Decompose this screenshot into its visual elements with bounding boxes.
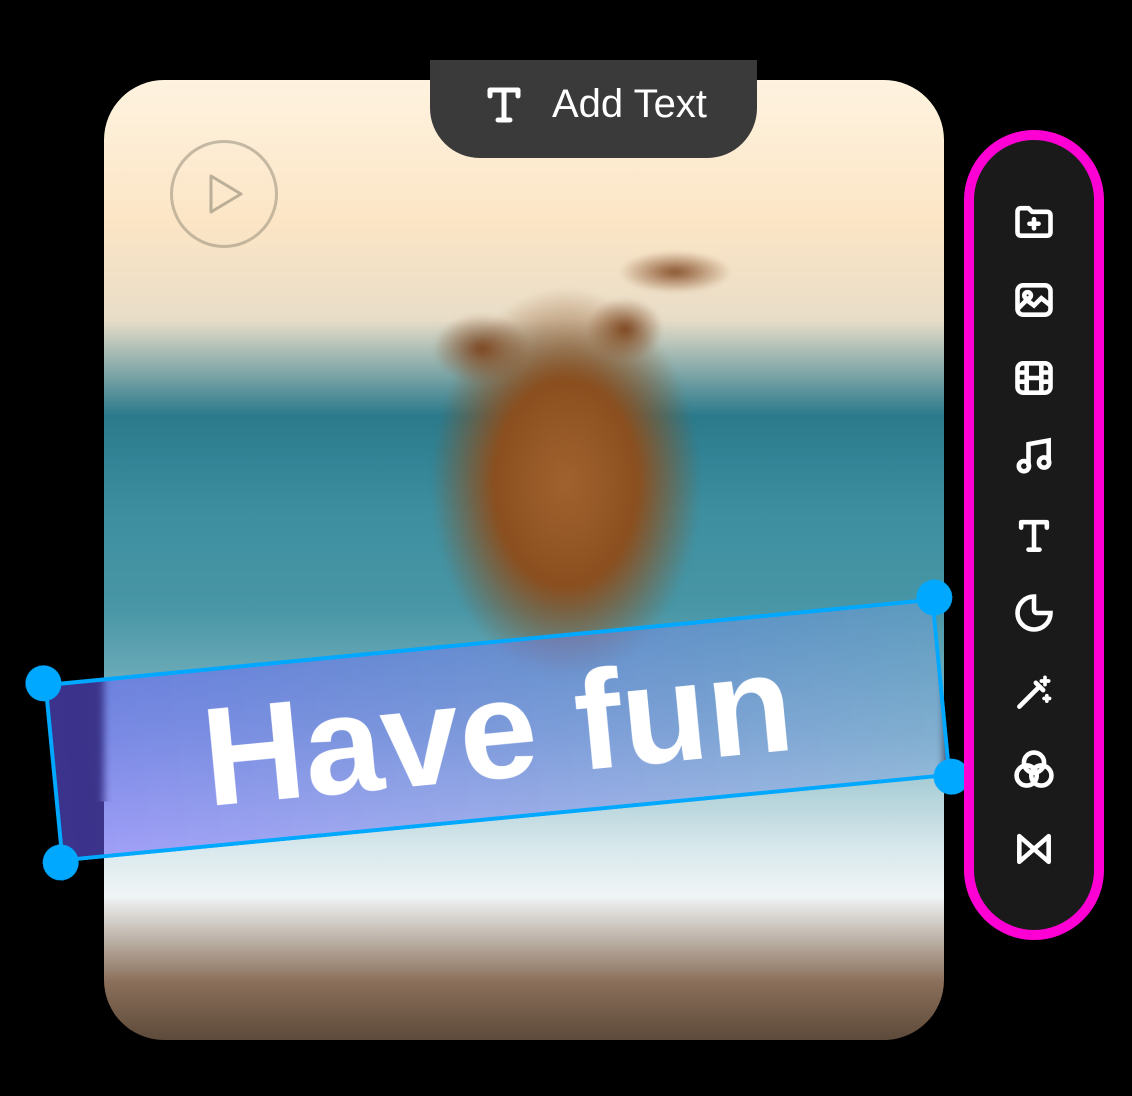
tools-sidebar (964, 130, 1104, 940)
play-icon (207, 172, 247, 216)
filter-icon (1012, 748, 1056, 792)
add-text-label: Add Text (552, 82, 707, 127)
transition-tool[interactable] (1009, 824, 1059, 874)
video-tool[interactable] (1009, 353, 1059, 403)
text-icon (1012, 513, 1056, 557)
play-button[interactable] (170, 140, 278, 248)
text-icon (480, 80, 528, 128)
audio-tool[interactable] (1009, 432, 1059, 482)
effects-tool[interactable] (1009, 667, 1059, 717)
text-tool[interactable] (1009, 510, 1059, 560)
sticker-icon (1012, 591, 1056, 635)
image-tool[interactable] (1009, 275, 1059, 325)
add-media-tool[interactable] (1009, 196, 1059, 246)
filter-tool[interactable] (1009, 745, 1059, 795)
video-icon (1012, 356, 1056, 400)
transition-icon (1012, 827, 1056, 871)
add-folder-icon (1012, 199, 1056, 243)
add-text-button[interactable]: Add Text (430, 60, 757, 158)
image-icon (1012, 278, 1056, 322)
sticker-tool[interactable] (1009, 588, 1059, 638)
music-icon (1012, 435, 1056, 479)
magic-wand-icon (1012, 670, 1056, 714)
